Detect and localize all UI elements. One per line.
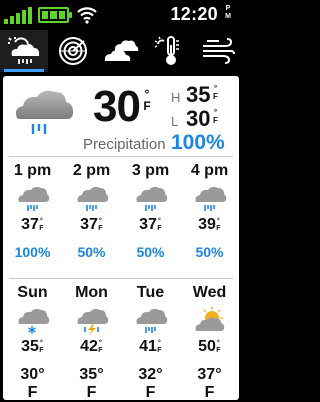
hourly-item[interactable]: 3 pm 37° F 50% bbox=[121, 162, 180, 260]
weather-app: 12:20 P M 30 ° F H 35 ° F L 30 ° F Preci… bbox=[0, 0, 242, 402]
hour-precipitation: 50% bbox=[77, 244, 106, 260]
tab-wind[interactable] bbox=[194, 30, 242, 72]
wifi-icon bbox=[77, 7, 97, 24]
day-label: Mon bbox=[75, 284, 108, 301]
hour-temperature: 37° F bbox=[21, 216, 44, 233]
cloud-rain-icon bbox=[77, 186, 108, 211]
cloud-snow-icon bbox=[18, 308, 49, 334]
day-low-temperature: 30° F bbox=[20, 366, 45, 400]
partly-cloudy-rain-icon bbox=[8, 37, 40, 64]
clock-ampm: P M bbox=[225, 5, 231, 20]
high-temperature: 35 bbox=[186, 82, 211, 107]
cloud-thunder-icon bbox=[77, 308, 108, 335]
daily-item[interactable]: Tue 41° F 32° F bbox=[121, 284, 180, 400]
low-temperature-unit: ° F bbox=[213, 108, 218, 125]
tab-temperature[interactable] bbox=[145, 30, 193, 72]
tab-bar bbox=[0, 30, 242, 72]
cloud-rain-icon bbox=[195, 186, 226, 211]
divider bbox=[9, 156, 233, 157]
hour-label: 3 pm bbox=[131, 162, 170, 179]
low-temperature: 30 bbox=[186, 106, 211, 131]
day-label: Tue bbox=[136, 284, 165, 301]
hourly-item[interactable]: 1 pm 37° F 100% bbox=[3, 162, 62, 260]
current-conditions: 30 ° F H 35 ° F L 30 ° F Precipitation 1… bbox=[3, 76, 239, 154]
hour-precipitation: 100% bbox=[14, 244, 51, 260]
hour-temperature: 37° F bbox=[139, 216, 162, 233]
cloud-rain-icon bbox=[136, 308, 167, 333]
day-low-temperature: 32° F bbox=[138, 366, 163, 400]
low-label: L bbox=[171, 114, 179, 129]
clouds-icon bbox=[104, 40, 139, 61]
day-high-temperature: 35° F bbox=[21, 338, 44, 355]
day-low-temperature: 35° F bbox=[79, 366, 104, 400]
status-bar: 12:20 P M bbox=[0, 0, 242, 28]
current-temperature-unit: ° F bbox=[143, 87, 151, 113]
daily-item[interactable]: Mon 42° F 35° F bbox=[62, 284, 121, 400]
hour-precipitation: 50% bbox=[136, 244, 165, 260]
divider bbox=[9, 278, 233, 279]
high-label: H bbox=[171, 90, 181, 105]
hour-temperature: 37° F bbox=[80, 216, 103, 233]
day-label: Wed bbox=[192, 284, 227, 301]
hourly-item[interactable]: 4 pm 39° F 50% bbox=[180, 162, 239, 260]
battery-icon bbox=[38, 7, 72, 23]
cloud-rain-icon bbox=[136, 186, 167, 211]
hour-precipitation: 50% bbox=[195, 244, 224, 260]
high-temperature-unit: ° F bbox=[213, 84, 218, 101]
day-label: Sun bbox=[17, 284, 48, 301]
day-high-temperature: 41° F bbox=[139, 338, 162, 355]
partly-sunny-icon bbox=[195, 307, 224, 331]
hourly-forecast: 1 pm 37° F 100% 2 pm 37° F 50% 3 pm 37° … bbox=[3, 162, 239, 260]
tab-clouds[interactable] bbox=[97, 30, 145, 72]
hour-label: 4 pm bbox=[190, 162, 229, 179]
daily-item[interactable]: Sun 35° F 30° F bbox=[3, 284, 62, 400]
cloud-rain-icon bbox=[15, 90, 74, 134]
current-temperature: 30 bbox=[93, 82, 141, 131]
daily-forecast: Sun 35° F 30° F Mon 42° F 35° F Tue 41° … bbox=[3, 284, 239, 400]
tab-forecast[interactable] bbox=[0, 30, 49, 72]
day-high-temperature: 50° F bbox=[198, 338, 221, 355]
day-low-temperature: 37° F bbox=[197, 366, 222, 400]
day-high-temperature: 42° F bbox=[80, 338, 103, 355]
clock-time: 12:20 bbox=[170, 4, 218, 24]
precipitation-value: 100% bbox=[171, 131, 225, 154]
wind-icon bbox=[202, 38, 235, 64]
hour-temperature: 39° F bbox=[198, 216, 221, 233]
precipitation-label: Precipitation bbox=[83, 136, 166, 153]
tab-radar[interactable] bbox=[48, 30, 96, 72]
radar-icon bbox=[58, 37, 87, 65]
signal-strength-icon bbox=[4, 6, 34, 24]
hourly-item[interactable]: 2 pm 37° F 50% bbox=[62, 162, 121, 260]
hour-label: 2 pm bbox=[72, 162, 111, 179]
daily-item[interactable]: Wed 50° F 37° F bbox=[180, 284, 239, 400]
hour-label: 1 pm bbox=[13, 162, 52, 179]
thermometer-sun-icon bbox=[155, 36, 180, 65]
forecast-card: 30 ° F H 35 ° F L 30 ° F Precipitation 1… bbox=[3, 76, 239, 400]
cloud-rain-icon bbox=[18, 186, 49, 211]
